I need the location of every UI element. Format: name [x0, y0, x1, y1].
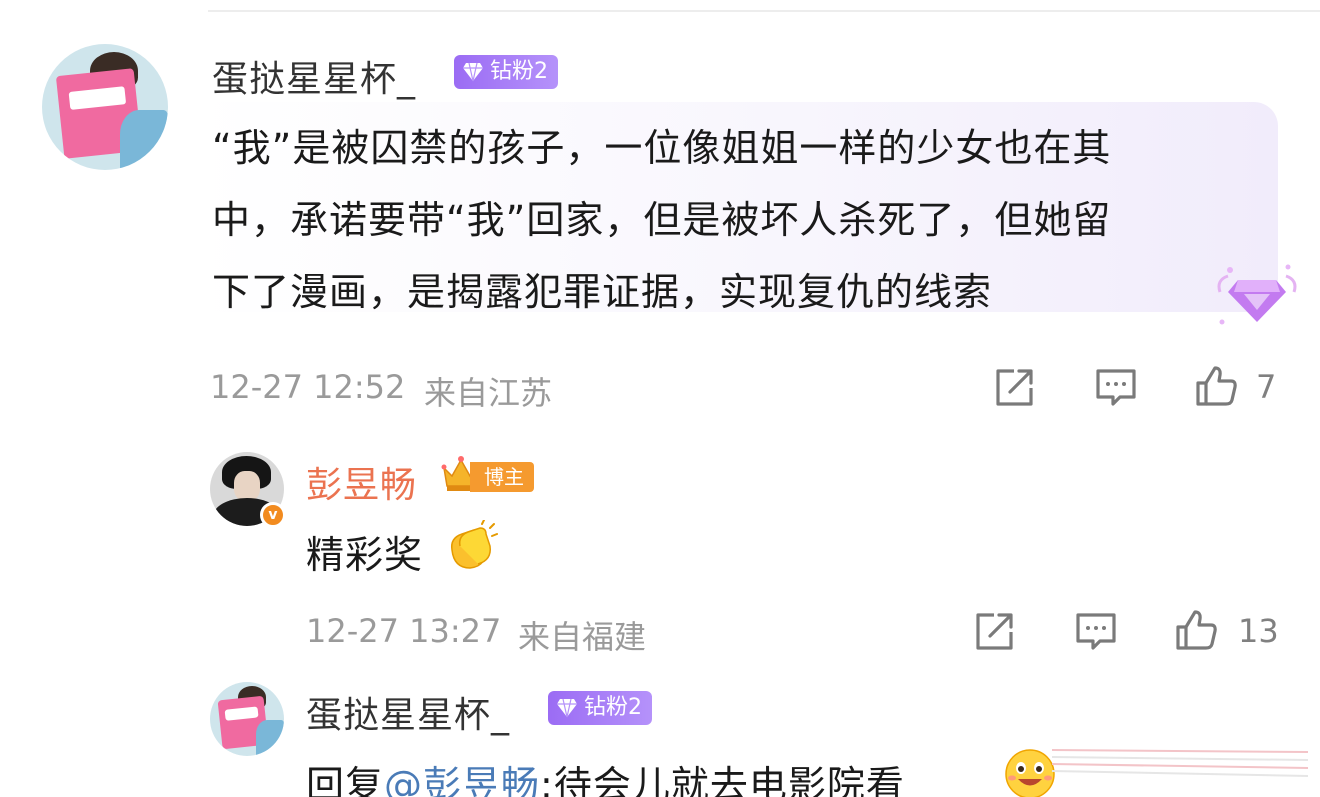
commenter-avatar[interactable]: [42, 44, 168, 170]
fan-badge[interactable]: 钻粉2: [548, 691, 652, 725]
reply-text: 回复@彭昱畅:待会儿就去电影院看: [306, 754, 905, 797]
comment-line: “我”是被囚禁的孩子，一位像姐姐一样的少女也在其: [212, 126, 1112, 170]
comment-icon[interactable]: [1094, 366, 1138, 410]
fan-badge[interactable]: 钻粉2: [454, 55, 558, 89]
comment-icon[interactable]: [1074, 610, 1118, 654]
clapping-hands-emoji: [450, 520, 498, 569]
top-divider: [208, 10, 1320, 12]
fan-badge-label: 钻粉2: [490, 59, 548, 84]
reply-body: :待会儿就去电影院看: [540, 763, 905, 797]
diamond-icon: [557, 698, 577, 718]
reply-avatar[interactable]: [210, 682, 284, 756]
share-icon[interactable]: [992, 366, 1036, 410]
reply-timestamp: 12-27 13:27: [306, 612, 502, 650]
share-icon[interactable]: [972, 610, 1016, 654]
reply-text: 精彩奖: [306, 533, 424, 577]
like-icon[interactable]: [1194, 364, 1238, 408]
like-count: 7: [1256, 368, 1277, 406]
fan-badge-label: 钻粉2: [584, 695, 642, 720]
diamond-bubble-icon: [1217, 264, 1297, 325]
reply-prefix: 回复: [306, 763, 385, 797]
blogger-badge-label: 博主: [470, 462, 534, 492]
like-icon[interactable]: [1174, 608, 1218, 652]
reply-username[interactable]: 蛋挞星星杯_: [306, 686, 510, 738]
comment-line: 下了漫画，是揭露犯罪证据，实现复仇的线索: [212, 270, 993, 314]
blogger-username[interactable]: 彭昱畅: [306, 456, 417, 508]
mention-link[interactable]: @彭昱畅: [384, 763, 540, 797]
comment-text: “我”是被囚禁的孩子，一位像姐姐一样的少女也在其 中，承诺要带“我”回家，但是被…: [212, 112, 1272, 328]
reply-location: 来自福建: [518, 618, 647, 656]
diamond-icon: [463, 62, 483, 82]
watermark-lines: [1051, 749, 1309, 777]
commenter-username[interactable]: 蛋挞星星杯_: [212, 50, 416, 102]
verified-badge: v: [260, 502, 286, 528]
comment-timestamp: 12-27 12:52: [210, 368, 406, 406]
like-count: 13: [1238, 612, 1279, 650]
comment-location: 来自江苏: [424, 374, 553, 412]
comment-line: 中，承诺要带“我”回家，但是被坏人杀死了，但她留: [212, 198, 1112, 242]
